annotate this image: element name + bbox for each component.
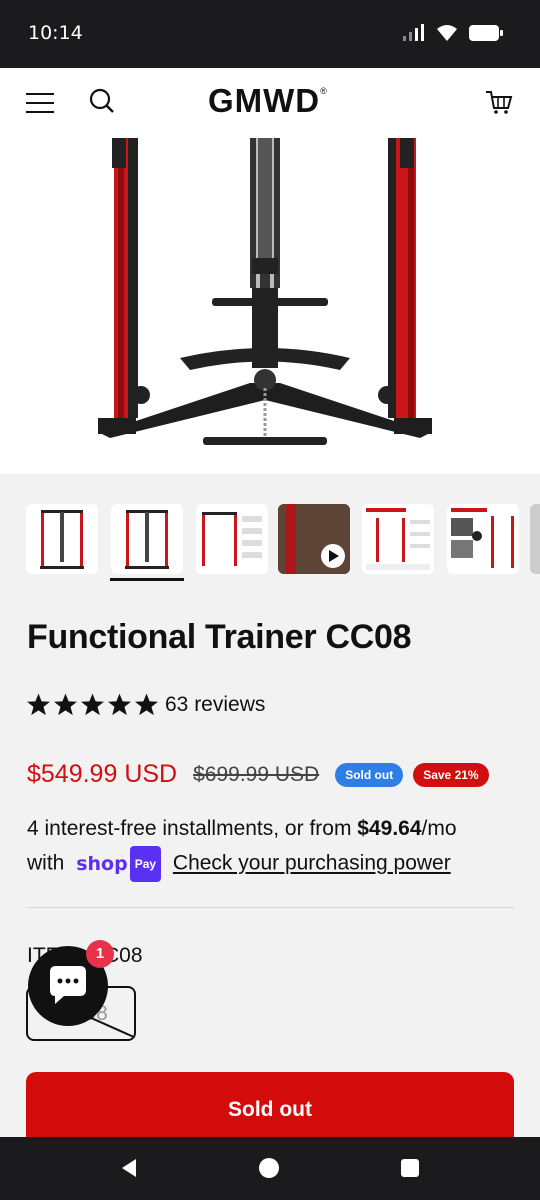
installments-suffix: /mo: [421, 817, 457, 840]
installments-info: 4 interest-free installments, or from $4…: [27, 812, 517, 882]
installments-with: with: [27, 851, 65, 875]
status-time: 10:14: [28, 22, 83, 44]
divider: [27, 907, 514, 908]
wifi-icon: [437, 25, 457, 41]
star-icon: [54, 693, 77, 716]
purchasing-power-link[interactable]: Check your purchasing power: [173, 852, 451, 875]
installments-amount: $49.64: [357, 817, 422, 840]
star-icon: [81, 693, 104, 716]
thumbnail-3[interactable]: [196, 504, 268, 574]
thumbnail-7[interactable]: [530, 504, 540, 574]
price-row: $549.99 USD $699.99 USD Sold out Save 21…: [27, 760, 489, 789]
logo-text: GMWD: [208, 82, 321, 119]
shop-pay-logo: shop Pay: [76, 846, 162, 882]
installments-prefix: 4 interest-free installments, or from: [27, 817, 358, 840]
search-icon[interactable]: [89, 88, 115, 114]
chat-unread-badge: 1: [86, 940, 114, 968]
thumbnail-6[interactable]: [447, 504, 519, 574]
back-icon[interactable]: [118, 1157, 140, 1179]
sold-out-badge: Sold out: [335, 762, 404, 787]
status-icons: [402, 24, 504, 42]
cart-icon[interactable]: [484, 88, 514, 116]
hamburger-menu-icon[interactable]: [26, 92, 54, 114]
save-badge: Save 21%: [413, 762, 489, 787]
thumbnail-video[interactable]: [278, 504, 350, 574]
star-icon: [27, 693, 50, 716]
review-count[interactable]: 63 reviews: [165, 693, 265, 717]
product-title: Functional Trainer CC08: [27, 618, 412, 656]
product-hero-image[interactable]: [0, 138, 540, 474]
shop-pay-shop: shop: [76, 853, 128, 875]
status-bar: 10:14: [0, 0, 540, 68]
sale-price: $549.99 USD: [27, 760, 178, 788]
thumbnail-strip: [0, 498, 540, 584]
thumbnail-1[interactable]: [26, 504, 98, 574]
thumbnail-2[interactable]: [111, 504, 183, 574]
brand-logo[interactable]: GMWD®: [208, 82, 328, 120]
rating[interactable]: 63 reviews: [26, 692, 265, 717]
thumbnail-5[interactable]: [362, 504, 434, 574]
system-nav-bar: [0, 1137, 540, 1200]
site-header: GMWD®: [0, 68, 540, 138]
functional-trainer-illustration: [98, 138, 432, 445]
home-icon[interactable]: [258, 1157, 280, 1179]
registered-mark: ®: [320, 86, 328, 96]
recents-icon[interactable]: [400, 1158, 420, 1178]
signal-icon: [403, 24, 424, 41]
star-icon: [135, 693, 158, 716]
battery-icon: [469, 25, 503, 41]
star-icon: [108, 693, 131, 716]
compare-at-price: $699.99 USD: [193, 762, 320, 786]
shop-pay-pay: Pay: [129, 846, 162, 882]
active-thumbnail-indicator: [110, 578, 184, 581]
